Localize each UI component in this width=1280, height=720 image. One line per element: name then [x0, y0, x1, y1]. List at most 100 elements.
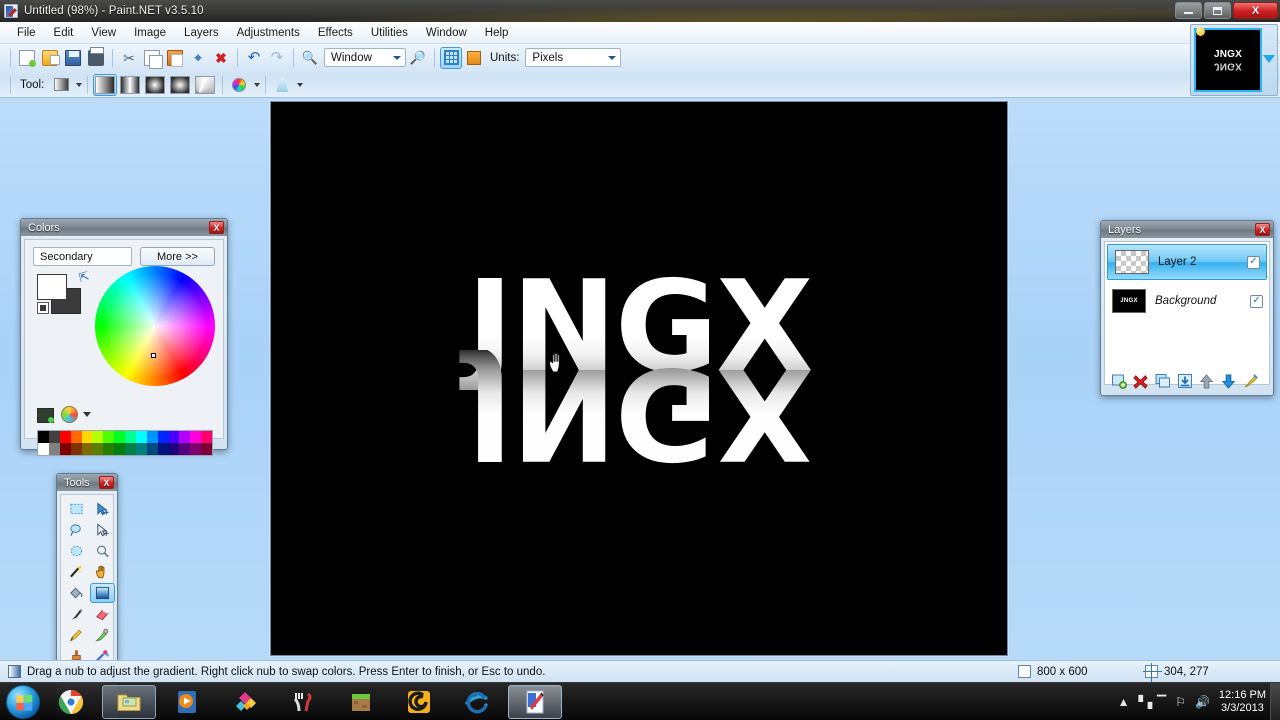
palette-icon[interactable] [61, 406, 78, 423]
new-image-button[interactable] [16, 47, 38, 69]
palette-swatch[interactable] [38, 431, 49, 443]
palette-swatch[interactable] [92, 431, 104, 443]
taskbar-tools-app[interactable] [276, 685, 330, 719]
palette-swatch[interactable] [135, 431, 147, 443]
palette-swatch[interactable] [190, 443, 202, 455]
image-canvas[interactable]: JNGX JNGX [270, 101, 1008, 656]
colors-window[interactable]: Colors X Secondary More >> ⇱ [20, 218, 228, 456]
blending-mode-button[interactable] [271, 74, 293, 96]
recent-color-swatch[interactable] [37, 408, 54, 423]
unsaved-dot-icon[interactable] [1196, 27, 1205, 36]
paste-button[interactable] [164, 47, 186, 69]
close-button[interactable]: X [1233, 2, 1278, 19]
save-button[interactable] [62, 47, 84, 69]
layers-window-close-button[interactable]: X [1255, 223, 1270, 236]
palette-swatch[interactable] [114, 431, 125, 443]
zoom-level-combobox[interactable]: Window [324, 48, 406, 67]
colors-window-close-button[interactable]: X [209, 221, 224, 234]
palette-swatch[interactable] [59, 431, 71, 443]
menu-item-adjustments[interactable]: Adjustments [228, 25, 309, 41]
paint-bucket-tool[interactable] [64, 583, 89, 603]
chevron-down-icon[interactable] [76, 82, 83, 87]
palette-swatch[interactable] [179, 431, 191, 443]
layer-row[interactable]: Layer 2 ✓ [1107, 244, 1267, 280]
zoom-out-button[interactable]: 🔍 [299, 47, 321, 69]
cut-button[interactable]: ✂ [118, 47, 140, 69]
move-selection-tool[interactable] [90, 520, 115, 540]
gradient-linear-reflected-button[interactable] [118, 74, 142, 96]
menu-item-image[interactable]: Image [125, 25, 175, 41]
palette-swatch[interactable] [103, 443, 115, 455]
magic-wand-tool[interactable] [64, 562, 89, 582]
palette-swatch[interactable] [103, 431, 115, 443]
tools-window-close-button[interactable]: X [99, 476, 114, 489]
caret-down-icon[interactable] [1263, 55, 1275, 63]
ellipse-select-tool[interactable] [64, 541, 89, 561]
zoom-in-button[interactable]: 🔎 [407, 47, 429, 69]
palette-swatch[interactable] [70, 443, 82, 455]
pan-tool[interactable] [90, 562, 115, 582]
flag-icon[interactable]: ⚐ [1175, 695, 1186, 709]
taskbar-internet-explorer[interactable] [450, 685, 504, 719]
layer-properties-button[interactable] [1242, 373, 1259, 390]
redo-button[interactable]: ↷ [266, 47, 288, 69]
start-button[interactable] [6, 684, 40, 719]
image-thumbnail-strip[interactable]: JNGX JNGX [1190, 24, 1278, 96]
gradient-color-mode-button[interactable] [228, 74, 250, 96]
gradient-radial-button[interactable] [168, 74, 192, 96]
palette-swatch[interactable] [201, 431, 212, 443]
move-layer-up-button[interactable] [1198, 373, 1215, 390]
palette-swatch[interactable] [125, 443, 136, 455]
palette-swatch[interactable] [168, 431, 180, 443]
layer-row[interactable]: JNGX Background ✓ [1105, 282, 1269, 320]
pencil-tool[interactable] [64, 625, 89, 645]
layer-visibility-checkbox[interactable]: ✓ [1250, 294, 1263, 308]
menu-item-window[interactable]: Window [417, 25, 476, 41]
palette-swatch[interactable] [157, 443, 169, 455]
taskbar-windows-explorer[interactable] [102, 684, 156, 719]
toggle-rulers-button[interactable] [463, 47, 485, 69]
menu-item-file[interactable]: File [8, 25, 45, 41]
eraser-tool[interactable] [90, 604, 115, 624]
palette-swatch[interactable] [190, 431, 202, 443]
menu-item-effects[interactable]: Effects [309, 25, 362, 41]
move-selected-tool[interactable] [90, 499, 115, 519]
gradient-linear-diamond-button[interactable] [143, 74, 167, 96]
duplicate-layer-button[interactable] [1154, 373, 1171, 390]
color-wheel-nub[interactable] [151, 353, 156, 358]
signal-bars-icon[interactable]: ▘▖▔ [1139, 695, 1167, 709]
palette-swatch[interactable] [201, 443, 212, 455]
rectangle-select-tool[interactable] [64, 499, 89, 519]
chevron-up-icon[interactable]: ▲ [1118, 695, 1130, 709]
paintbrush-tool[interactable] [64, 604, 89, 624]
taskbar-minecraft[interactable] [334, 685, 388, 719]
palette-swatch[interactable] [81, 431, 93, 443]
window-title-bar[interactable]: Untitled (98%) - Paint.NET v3.5.10 X [0, 0, 1280, 22]
color-wheel[interactable] [95, 266, 215, 386]
palette-swatch[interactable] [48, 443, 60, 455]
taskbar-windows-media-player[interactable] [160, 685, 214, 719]
gradient-linear-button[interactable] [93, 73, 118, 96]
colors-window-title-bar[interactable]: Colors X [21, 219, 227, 236]
minimize-button[interactable] [1175, 2, 1202, 19]
chevron-down-icon[interactable] [297, 82, 304, 87]
add-new-layer-button[interactable] [1110, 373, 1127, 390]
palette-swatch[interactable] [114, 443, 125, 455]
taskbar-photo-gallery[interactable] [218, 685, 272, 719]
show-desktop-button[interactable] [1270, 683, 1280, 720]
menu-item-edit[interactable]: Edit [45, 25, 83, 41]
color-palette-strip[interactable] [37, 430, 213, 456]
color-channel-combobox[interactable]: Secondary [33, 247, 132, 266]
palette-swatch[interactable] [70, 431, 82, 443]
lasso-select-tool[interactable] [64, 520, 89, 540]
taskbar-google-chrome[interactable] [44, 685, 98, 719]
taskbar-cyberlink[interactable] [392, 685, 446, 719]
menu-item-layers[interactable]: Layers [175, 25, 228, 41]
image-thumbnail-active[interactable]: JNGX JNGX [1194, 28, 1262, 92]
taskbar-paint-net[interactable] [508, 684, 562, 719]
layer-visibility-checkbox[interactable]: ✓ [1247, 255, 1260, 269]
print-button[interactable] [85, 46, 107, 69]
deselect-all-button[interactable]: ✖ [210, 47, 232, 69]
layers-window[interactable]: Layers X Layer 2 ✓ JNGX Background ✓ [1100, 220, 1274, 396]
zoom-tool[interactable] [90, 541, 115, 561]
